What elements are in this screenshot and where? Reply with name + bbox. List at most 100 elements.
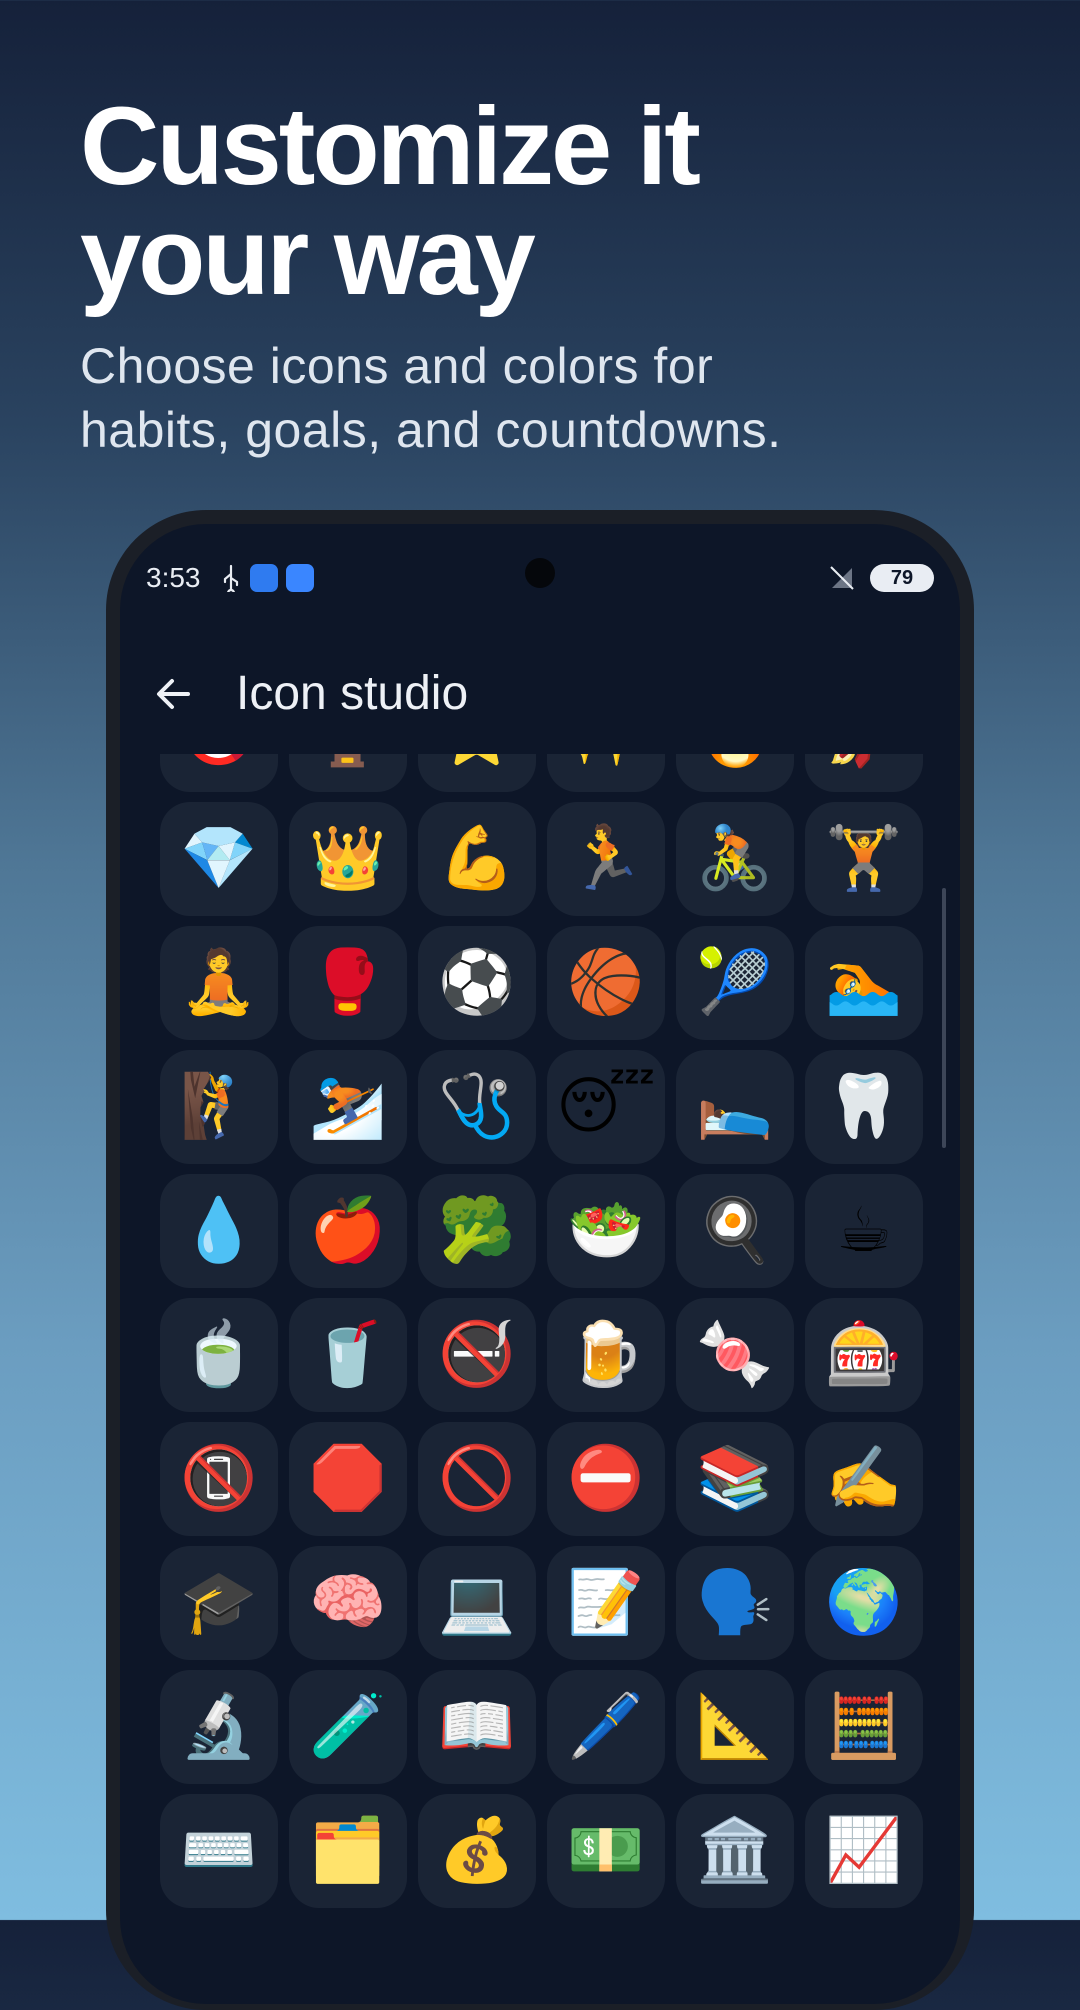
icon-tile[interactable]: 🍳 — [676, 1174, 794, 1288]
icon-tile[interactable]: 📈 — [805, 1794, 923, 1908]
icon-tile[interactable]: 💎 — [160, 802, 278, 916]
emoji-icon: 💵 — [567, 1816, 645, 1885]
icon-tile[interactable]: 🏋️ — [805, 802, 923, 916]
icon-tile[interactable]: 💧 — [160, 1174, 278, 1288]
emoji-icon: 📝 — [567, 1568, 645, 1637]
icon-tile[interactable]: 🔬 — [160, 1670, 278, 1784]
subheadline: Choose icons and colors for habits, goal… — [80, 334, 1000, 462]
scrollbar[interactable] — [942, 888, 946, 1148]
app-notification-icon — [250, 564, 278, 592]
emoji-icon: 🎓 — [180, 1568, 258, 1637]
icon-tile[interactable]: 🥗 — [547, 1174, 665, 1288]
headline: Customize it your way — [80, 92, 1000, 312]
icon-tile[interactable]: 📵 — [160, 1422, 278, 1536]
emoji-icon: 🎾 — [696, 948, 774, 1017]
status-icons-left — [220, 564, 314, 598]
emoji-icon: 📈 — [825, 1816, 903, 1885]
no-signal-icon — [828, 564, 856, 592]
icon-tile[interactable]: 🍵 — [160, 1298, 278, 1412]
icon-tile[interactable]: 🧠 — [289, 1546, 407, 1660]
icon-tile[interactable]: 🧪 — [289, 1670, 407, 1784]
emoji-icon: 😴 — [556, 1072, 656, 1141]
emoji-icon: 🛌 — [696, 1072, 774, 1141]
icon-tile[interactable]: ⚽ — [418, 926, 536, 1040]
emoji-icon: 💪 — [438, 824, 516, 893]
icon-tile[interactable]: 😴 — [547, 1050, 665, 1164]
icon-tile[interactable]: 🧮 — [805, 1670, 923, 1784]
icon-tile[interactable]: 🚀 — [805, 754, 923, 792]
icon-tile[interactable]: 🗣️ — [676, 1546, 794, 1660]
status-time: 3:53 — [146, 562, 201, 593]
icon-tile[interactable]: 🛌 — [676, 1050, 794, 1164]
icon-tile[interactable]: 🦷 — [805, 1050, 923, 1164]
emoji-icon: 🏀 — [567, 948, 645, 1017]
icon-tile[interactable]: 🍎 — [289, 1174, 407, 1288]
icon-tile[interactable]: 🩺 — [418, 1050, 536, 1164]
emoji-icon: ⭐ — [438, 754, 515, 766]
emoji-icon: 🚭 — [438, 1320, 516, 1389]
icon-tile[interactable]: 💪 — [418, 802, 536, 916]
emoji-icon: 🥗 — [567, 1196, 645, 1265]
subheadline-line-1: Choose icons and colors for — [80, 338, 714, 394]
icon-tile[interactable]: 🔥 — [676, 754, 794, 792]
icon-tile[interactable]: 💻 — [418, 1546, 536, 1660]
emoji-icon: 🏛️ — [696, 1816, 774, 1885]
icon-tile[interactable]: 💰 — [418, 1794, 536, 1908]
icon-tile[interactable]: 🚫 — [418, 1422, 536, 1536]
icon-tile[interactable]: 🥊 — [289, 926, 407, 1040]
icon-tile[interactable]: ✍️ — [805, 1422, 923, 1536]
emoji-icon: 🏊 — [825, 948, 903, 1017]
icon-tile[interactable]: 💵 — [547, 1794, 665, 1908]
icon-tile[interactable]: 🍺 — [547, 1298, 665, 1412]
emoji-icon: 🩺 — [438, 1072, 516, 1141]
emoji-icon: 🗂️ — [309, 1816, 387, 1885]
icon-tile[interactable]: ⭐ — [418, 754, 536, 792]
icon-tile[interactable]: 🎯 — [160, 754, 278, 792]
emoji-icon: 🍵 — [180, 1320, 258, 1389]
icon-tile[interactable]: ☕ — [805, 1174, 923, 1288]
icon-tile[interactable]: 👑 — [289, 802, 407, 916]
phone-screen: 3:53 79 Icon studio 💎 👑 💪 🏃 🚴 🏋️ 🧘 🥊 ⚽ 🏀… — [120, 524, 960, 2004]
emoji-icon: ✍️ — [825, 1444, 903, 1513]
icon-tile[interactable]: 🛑 — [289, 1422, 407, 1536]
icon-grid: 🎯 🏆 ⭐ ✨ 🔥 🚀 💎 👑 💪 🏃 🚴 🏋️ 🧘 🥊 ⚽ 🏀 🎾 🏊 🧗 ⛷️ 🩺 😴 🛌 🦷 💧 🍎 🥦 🥗 🍳 ☕ 🍵 🥤 🚭 🍺 🍬 🎰 📵 🛑… — [160, 754, 923, 1908]
icon-tile[interactable]: 🏛️ — [676, 1794, 794, 1908]
emoji-icon: 📖 — [438, 1692, 516, 1761]
icon-tile[interactable]: 🏆 — [289, 754, 407, 792]
icon-tile[interactable]: 📖 — [418, 1670, 536, 1784]
emoji-icon: ☕ — [836, 1196, 892, 1265]
icon-tile[interactable]: ⌨️ — [160, 1794, 278, 1908]
emoji-icon: ⌨️ — [180, 1816, 258, 1885]
icon-tile[interactable]: ✨ — [547, 754, 665, 792]
icon-tile[interactable]: 📝 — [547, 1546, 665, 1660]
icon-tile[interactable]: 🥤 — [289, 1298, 407, 1412]
icon-tile[interactable]: 🥦 — [418, 1174, 536, 1288]
emoji-icon: ⚽ — [438, 948, 516, 1017]
icon-tile[interactable]: 🧗 — [160, 1050, 278, 1164]
emoji-icon: 👑 — [309, 824, 387, 893]
emoji-icon: 📐 — [696, 1692, 774, 1761]
icon-tile[interactable]: 🎓 — [160, 1546, 278, 1660]
icon-tile[interactable]: 🏀 — [547, 926, 665, 1040]
icon-tile[interactable]: ⛷️ — [289, 1050, 407, 1164]
icon-tile[interactable]: 🍬 — [676, 1298, 794, 1412]
icon-tile[interactable]: 🌍 — [805, 1546, 923, 1660]
emoji-icon: 💰 — [438, 1816, 516, 1885]
icon-tile[interactable]: 🗂️ — [289, 1794, 407, 1908]
icon-tile[interactable]: 📐 — [676, 1670, 794, 1784]
back-button[interactable] — [144, 664, 204, 724]
emoji-icon: 🛑 — [309, 1444, 387, 1513]
icon-tile[interactable]: 🧘 — [160, 926, 278, 1040]
icon-grid-viewport[interactable]: 🎯 🏆 ⭐ ✨ 🔥 🚀 💎 👑 💪 🏃 🚴 🏋️ 🧘 🥊 ⚽ 🏀 🎾 🏊 🧗 ⛷️ 🩺 😴 🛌 🦷 💧 🍎 🥦 🥗 🍳 ☕ 🍵 🥤 🚭 🍺 🍬 🎰 📵 🛑… — [120, 754, 960, 2004]
emoji-icon: 🍳 — [696, 1196, 774, 1265]
icon-tile[interactable]: 🎾 — [676, 926, 794, 1040]
emoji-icon: 🔬 — [180, 1692, 258, 1761]
icon-tile[interactable]: 🏊 — [805, 926, 923, 1040]
icon-tile[interactable]: 🚭 — [418, 1298, 536, 1412]
icon-tile[interactable]: ⛔ — [547, 1422, 665, 1536]
icon-tile[interactable]: 🏃 — [547, 802, 665, 916]
icon-tile[interactable]: 🎰 — [805, 1298, 923, 1412]
icon-tile[interactable]: 📚 — [676, 1422, 794, 1536]
icon-tile[interactable]: 🚴 — [676, 802, 794, 916]
icon-tile[interactable]: 🖊️ — [547, 1670, 665, 1784]
